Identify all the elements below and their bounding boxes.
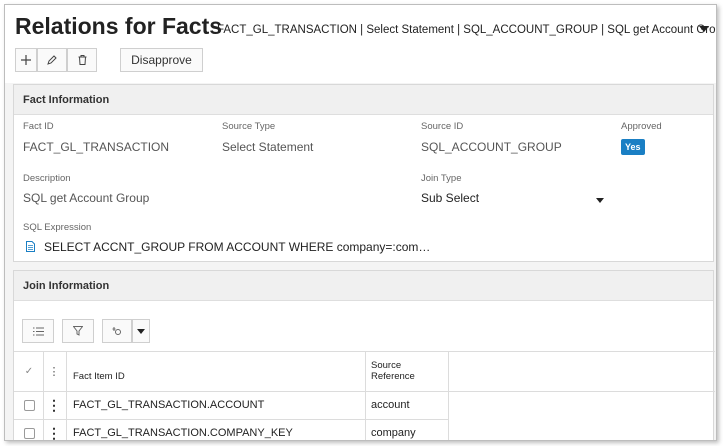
source-id-value: SQL_ACCOUNT_GROUP	[421, 140, 562, 154]
fact-information-panel: Fact Information Fact ID FACT_GL_TRANSAC…	[13, 84, 714, 262]
delete-button[interactable]	[67, 48, 97, 72]
approved-badge: Yes	[621, 139, 645, 155]
column-header-fact-item-id[interactable]: Fact Item ID	[73, 351, 363, 391]
settings-icon	[112, 327, 121, 335]
add-button[interactable]	[15, 48, 37, 72]
join-type-select[interactable]: Sub Select	[421, 191, 479, 205]
join-information-panel: Join Information ✓ ⋮ Fact Item ID Source…	[13, 270, 715, 440]
source-id-label: Source ID	[421, 121, 464, 132]
filter-icon	[73, 326, 83, 336]
column-header-source-reference[interactable]: Source Reference	[371, 351, 446, 391]
chevron-down-icon[interactable]	[596, 198, 604, 203]
approved-label: Approved	[621, 121, 662, 132]
row-fact-item-id: FACT_GL_TRANSACTION.ACCOUNT	[73, 399, 265, 411]
column-header-source-reference-line1: Source	[371, 360, 402, 371]
description-label: Description	[23, 173, 71, 184]
row-source-reference: account	[371, 399, 410, 411]
fact-id-label: Fact ID	[23, 121, 54, 132]
join-information-title: Join Information	[14, 271, 713, 301]
window-frame: Relations for Facts FACT_GL_TRANSACTION …	[4, 4, 717, 441]
plus-icon	[21, 55, 31, 65]
breadcrumb[interactable]: FACT_GL_TRANSACTION | Select Statement |…	[217, 24, 716, 36]
row-checkbox[interactable]	[23, 427, 35, 439]
settings-dropdown-button[interactable]	[132, 319, 150, 343]
fact-id-value: FACT_GL_TRANSACTION	[23, 140, 170, 154]
source-type-label: Source Type	[222, 121, 276, 132]
row-menu-icon[interactable]: ⋮	[47, 426, 61, 440]
row-checkbox[interactable]	[23, 399, 35, 411]
row-source-reference: company	[371, 427, 416, 439]
sql-expression-label: SQL Expression	[23, 222, 92, 233]
fact-information-title: Fact Information	[14, 85, 713, 115]
edit-button[interactable]	[37, 48, 67, 72]
description-value: SQL get Account Group	[23, 191, 150, 205]
settings-button[interactable]	[102, 319, 132, 343]
source-type-value: Select Statement	[222, 140, 314, 154]
column-menu-icon[interactable]: ⋮	[44, 351, 64, 391]
row-menu-icon[interactable]: ⋮	[47, 398, 61, 412]
list-icon	[32, 327, 44, 335]
breadcrumb-dropdown-icon[interactable]	[699, 26, 709, 32]
disapprove-button[interactable]: Disapprove	[120, 48, 203, 72]
trash-icon	[78, 55, 86, 65]
document-icon	[26, 241, 35, 252]
page-header: Relations for Facts FACT_GL_TRANSACTION …	[5, 5, 716, 83]
filter-button[interactable]	[62, 319, 94, 343]
column-header-source-reference-line2: Reference	[371, 371, 415, 382]
join-type-label: Join Type	[421, 173, 462, 184]
pencil-icon	[47, 55, 57, 65]
select-all-checkbox[interactable]: ✓	[22, 351, 36, 391]
sql-expression-value[interactable]: SELECT ACCNT_GROUP FROM ACCOUNT WHERE co…	[44, 240, 430, 254]
page-title: Relations for Facts	[15, 13, 223, 39]
row-fact-item-id: FACT_GL_TRANSACTION.COMPANY_KEY	[73, 427, 293, 439]
dropdown-icon	[137, 328, 145, 334]
list-view-button[interactable]	[22, 319, 54, 343]
